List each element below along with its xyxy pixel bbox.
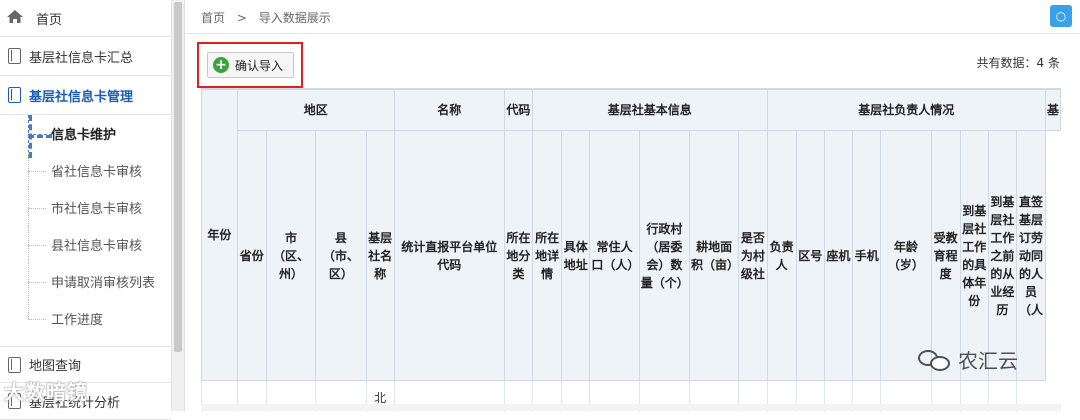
col-header-extra: 基 xyxy=(1044,89,1061,132)
col-header-population: 常住人口（人） xyxy=(589,130,640,381)
sidebar-item-label: 地图查询 xyxy=(29,359,82,374)
col-header-location-class: 所在地分类 xyxy=(503,130,534,381)
tree-connector xyxy=(28,115,52,158)
col-header-prev-job: 到基层社工作之前的从业经历 xyxy=(987,130,1018,381)
watermark-brand-text: 农汇云 xyxy=(958,349,1018,373)
tree-connector xyxy=(28,152,48,189)
col-header-leader: 负责人 xyxy=(766,130,797,381)
col-header-code: 代码 xyxy=(503,89,534,132)
sidebar-item-home[interactable]: 首页 xyxy=(0,0,171,37)
sidebar-subitem-county-review[interactable]: 县社信息卡审核 xyxy=(0,226,171,263)
sidebar-subitem-card-maintenance[interactable]: 信息卡维护 xyxy=(0,115,171,158)
col-header-mobile: 手机 xyxy=(852,130,882,381)
book-icon xyxy=(8,48,21,64)
col-header-coop-name: 基层社名称 xyxy=(365,130,395,381)
sidebar-item-label: 基层社信息卡汇总 xyxy=(29,50,134,66)
breadcrumb-home[interactable]: 首页 xyxy=(201,11,225,25)
col-header-year: 年份 xyxy=(201,89,238,381)
wechat-icon xyxy=(918,347,952,373)
sidebar-subitem-label: 省社信息卡审核 xyxy=(51,165,143,180)
col-header-province: 省份 xyxy=(236,130,267,381)
col-header-contract: 直签基层订劳动同的人员（人 xyxy=(1016,130,1046,381)
col-header-age: 年龄（岁） xyxy=(880,130,932,381)
sidebar-subitem-cancel-list[interactable]: 申请取消审核列表 xyxy=(0,263,171,300)
sidebar-item-summary[interactable]: 基层社信息卡汇总 xyxy=(0,37,171,76)
col-header-leader-info: 基层社负责人情况 xyxy=(766,89,1046,132)
sidebar-item-label: 首页 xyxy=(36,12,63,28)
top-bar: 首页 > 导入数据展示 ○ xyxy=(185,0,1080,34)
col-header-area-code: 区号 xyxy=(795,130,825,381)
sidebar-subitem-city-review[interactable]: 市社信息卡审核 xyxy=(0,189,171,226)
col-header-village-level: 是否为村级社 xyxy=(738,130,768,381)
sidebar-subitem-label: 市社信息卡审核 xyxy=(51,202,143,217)
sidebar-subitem-label: 工作进度 xyxy=(51,313,104,328)
sidebar-subitem-label: 县社信息卡审核 xyxy=(51,239,143,254)
plus-icon: + xyxy=(213,57,229,73)
book-icon xyxy=(8,87,21,103)
sidebar-scrollbar[interactable] xyxy=(171,0,184,411)
breadcrumb-separator: > xyxy=(236,11,247,25)
table-horizontal-scrollbar[interactable] xyxy=(201,404,1061,411)
sidebar-subitem-progress[interactable]: 工作进度 xyxy=(0,300,171,337)
sidebar-subitem-label: 信息卡维护 xyxy=(51,128,117,143)
col-header-address: 具体地址 xyxy=(561,130,591,381)
col-header-villages: 行政村（居委会）数量（个） xyxy=(638,130,690,381)
tree-connector xyxy=(28,226,48,263)
col-header-name: 名称 xyxy=(393,89,505,132)
confirm-import-label: 确认导入 xyxy=(235,58,284,73)
col-header-start-year: 到基层社工作的具体年份 xyxy=(959,130,989,381)
home-icon xyxy=(6,9,24,27)
highlight-box: + 确认导入 xyxy=(197,42,303,88)
brand-watermark: 农汇云 xyxy=(918,345,1018,374)
scrollbar-thumb[interactable] xyxy=(174,2,182,352)
confirm-import-button[interactable]: + 确认导入 xyxy=(207,52,294,78)
sidebar-subitem-province-review[interactable]: 省社信息卡审核 xyxy=(0,152,171,189)
col-header-basic-info: 基层社基本信息 xyxy=(532,89,768,132)
col-header-farmland: 耕地面积（亩） xyxy=(688,130,740,381)
col-header-stat-code: 统计直报平台单位代码 xyxy=(393,130,505,381)
col-header-name-text: 名称 xyxy=(437,103,462,118)
col-header-education: 受教育程度 xyxy=(930,130,961,381)
record-count: 共有数据：4 条 xyxy=(976,56,1060,70)
tree-connector xyxy=(28,300,48,337)
col-header-landline: 座机 xyxy=(823,130,854,381)
breadcrumb-current: 导入数据展示 xyxy=(258,11,331,25)
book-icon xyxy=(8,356,21,373)
col-header-region: 地区 xyxy=(236,89,395,132)
sidebar-item-management[interactable]: 基层社信息卡管理 xyxy=(0,76,171,115)
sidebar: 首页 基层社信息卡汇总 基层社信息卡管理 信息卡维护 省社信息卡审核 市社信息卡… xyxy=(0,0,185,420)
sidebar-subitem-label: 申请取消审核列表 xyxy=(51,276,156,291)
col-header-county: 县（市、区） xyxy=(315,130,367,381)
breadcrumb: 首页 > 导入数据展示 xyxy=(201,9,339,26)
sidebar-item-label: 基层社信息卡管理 xyxy=(29,89,134,105)
col-header-city: 市（区、州） xyxy=(265,130,317,381)
col-header-location-detail: 所在地详情 xyxy=(532,130,563,381)
corner-watermark: 大数暗镜 xyxy=(4,380,88,404)
tree-connector xyxy=(28,263,48,300)
tree-connector xyxy=(28,189,48,226)
top-right-button[interactable]: ○ xyxy=(1050,5,1072,27)
